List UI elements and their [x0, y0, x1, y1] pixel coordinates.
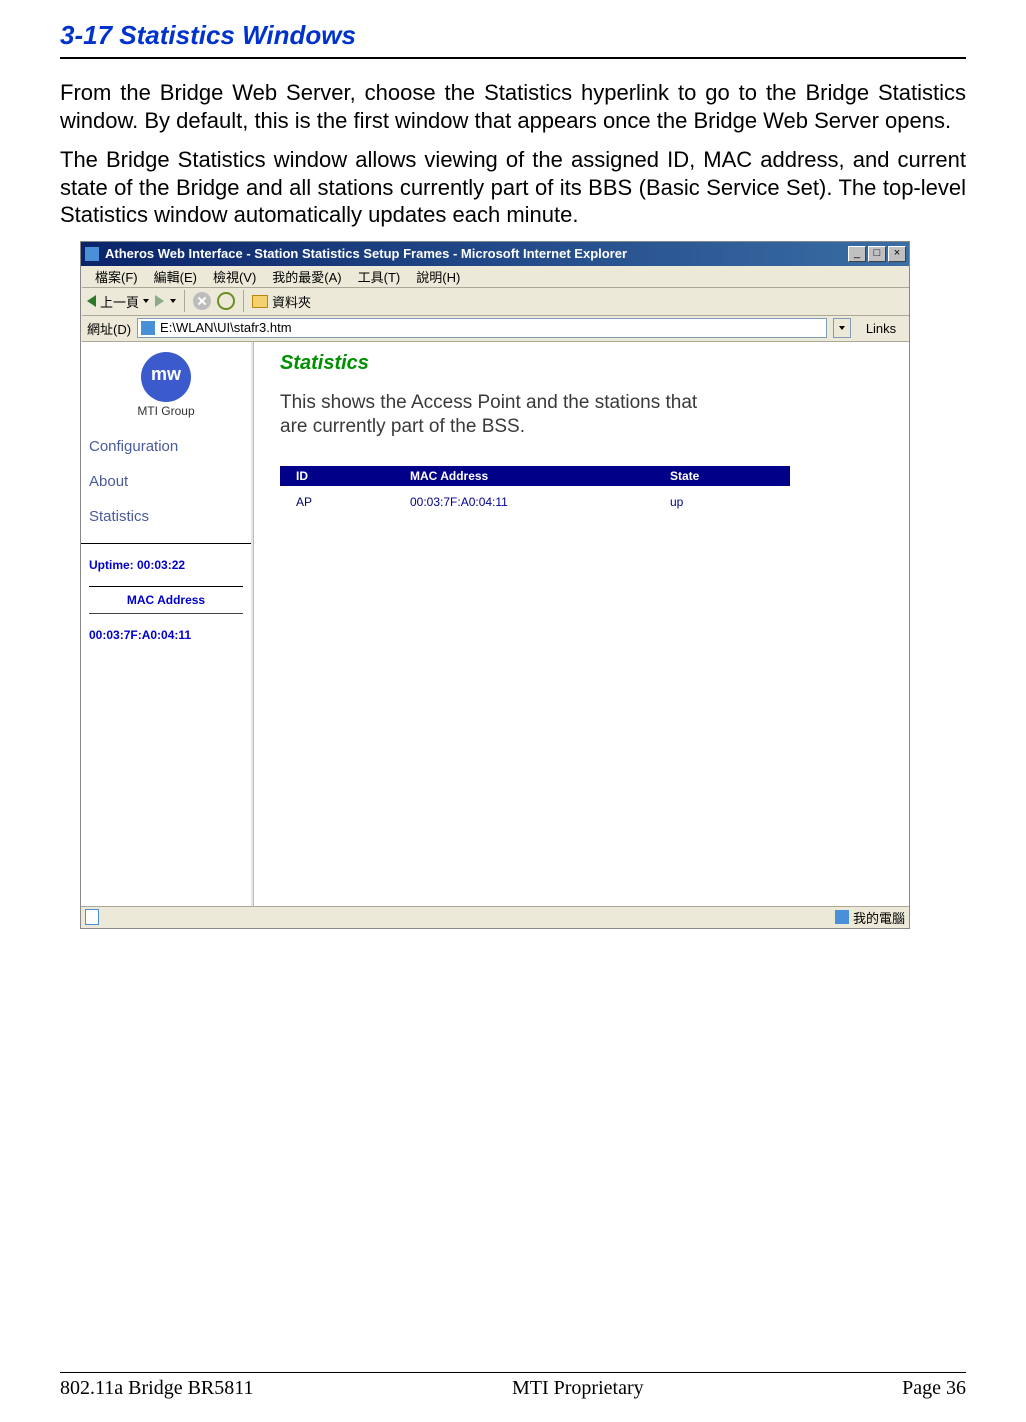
- footer-left: 802.11a Bridge BR5811: [60, 1377, 254, 1400]
- table-header: ID MAC Address State: [280, 466, 790, 486]
- links-button[interactable]: Links: [857, 321, 905, 336]
- statusbar: 我的電腦: [81, 906, 909, 928]
- col-header-mac: MAC Address: [410, 466, 670, 486]
- forward-dropdown-icon: [170, 299, 176, 303]
- logo: MTI Group: [89, 352, 243, 418]
- back-label: 上一頁: [100, 292, 139, 311]
- addressbar: 網址(D) E:\WLAN\UI\stafr3.htm Links: [81, 316, 909, 342]
- statusbar-zone: 我的電腦: [853, 908, 905, 927]
- browser-content: MTI Group Configuration About Statistics…: [81, 342, 909, 906]
- menu-tools[interactable]: 工具(T): [350, 267, 409, 286]
- logo-label: MTI Group: [89, 404, 243, 418]
- chevron-down-icon: [839, 326, 845, 330]
- minimize-button[interactable]: _: [848, 246, 866, 262]
- toolbar-separator-2: [243, 290, 244, 312]
- sidebar-mac-header: MAC Address: [89, 586, 243, 614]
- sidebar: MTI Group Configuration About Statistics…: [81, 342, 251, 906]
- toolbar: 上一頁 資料夾: [81, 288, 909, 316]
- table-row[interactable]: AP 00:03:7F:A0:04:11 up: [280, 492, 790, 512]
- stop-button[interactable]: [193, 292, 211, 310]
- main-panel: Statistics This shows the Access Point a…: [254, 342, 909, 906]
- menubar: 檔案(F) 編輯(E) 檢視(V) 我的最愛(A) 工具(T) 說明(H): [81, 266, 909, 288]
- logo-icon: [141, 352, 191, 402]
- cell-mac[interactable]: 00:03:7F:A0:04:11: [410, 492, 670, 512]
- address-dropdown-button[interactable]: [833, 318, 851, 338]
- paragraph-2: The Bridge Statistics window allows view…: [60, 146, 966, 229]
- menu-help[interactable]: 說明(H): [408, 267, 468, 286]
- back-dropdown-icon: [143, 299, 149, 303]
- sidebar-rule: [81, 543, 251, 544]
- menu-favorites[interactable]: 我的最愛(A): [264, 267, 349, 286]
- refresh-button[interactable]: [217, 292, 235, 310]
- menu-edit[interactable]: 編輯(E): [146, 267, 205, 286]
- back-arrow-icon: [87, 295, 96, 307]
- address-input[interactable]: E:\WLAN\UI\stafr3.htm: [137, 318, 827, 338]
- sidebar-item-about[interactable]: About: [89, 473, 243, 490]
- page-footer: 802.11a Bridge BR5811 MTI Proprietary Pa…: [60, 1372, 966, 1400]
- stats-table: ID MAC Address State AP 00:03:7F:A0:04:1…: [280, 466, 790, 512]
- page-description: This shows the Access Point and the stat…: [280, 391, 720, 440]
- cell-id: AP: [280, 492, 410, 512]
- ie-icon: [85, 247, 99, 261]
- back-button[interactable]: 上一頁: [87, 292, 149, 311]
- cell-state: up: [670, 492, 790, 512]
- forward-button[interactable]: [155, 295, 164, 307]
- menu-file[interactable]: 檔案(F): [87, 267, 146, 286]
- footer-right: Page 36: [902, 1377, 966, 1400]
- col-header-state: State: [670, 466, 790, 486]
- menu-view[interactable]: 檢視(V): [205, 267, 264, 286]
- sidebar-mac-value: 00:03:7F:A0:04:11: [89, 628, 243, 642]
- section-title: 3-17 Statistics Windows: [60, 20, 966, 51]
- window-title: Atheros Web Interface - Station Statisti…: [105, 246, 627, 261]
- page-icon: [85, 909, 99, 925]
- sidebar-item-configuration[interactable]: Configuration: [89, 438, 243, 455]
- window-titlebar: Atheros Web Interface - Station Statisti…: [81, 242, 909, 266]
- close-button[interactable]: ×: [888, 246, 906, 262]
- maximize-button[interactable]: □: [868, 246, 886, 262]
- footer-center: MTI Proprietary: [512, 1377, 644, 1400]
- section-rule: [60, 57, 966, 59]
- folders-button[interactable]: 資料夾: [252, 292, 311, 311]
- address-label: 網址(D): [87, 319, 131, 338]
- folder-icon: [252, 295, 268, 308]
- sidebar-mac-title: MAC Address: [127, 593, 205, 607]
- col-header-id: ID: [280, 466, 410, 486]
- sidebar-item-statistics[interactable]: Statistics: [89, 508, 243, 525]
- uptime-label: Uptime: 00:03:22: [89, 558, 243, 572]
- toolbar-separator: [184, 290, 185, 312]
- folders-label: 資料夾: [272, 292, 311, 311]
- zone-icon: [835, 910, 849, 924]
- page-title: Statistics: [280, 352, 889, 375]
- paragraph-1: From the Bridge Web Server, choose the S…: [60, 79, 966, 134]
- screenshot: Atheros Web Interface - Station Statisti…: [80, 241, 910, 929]
